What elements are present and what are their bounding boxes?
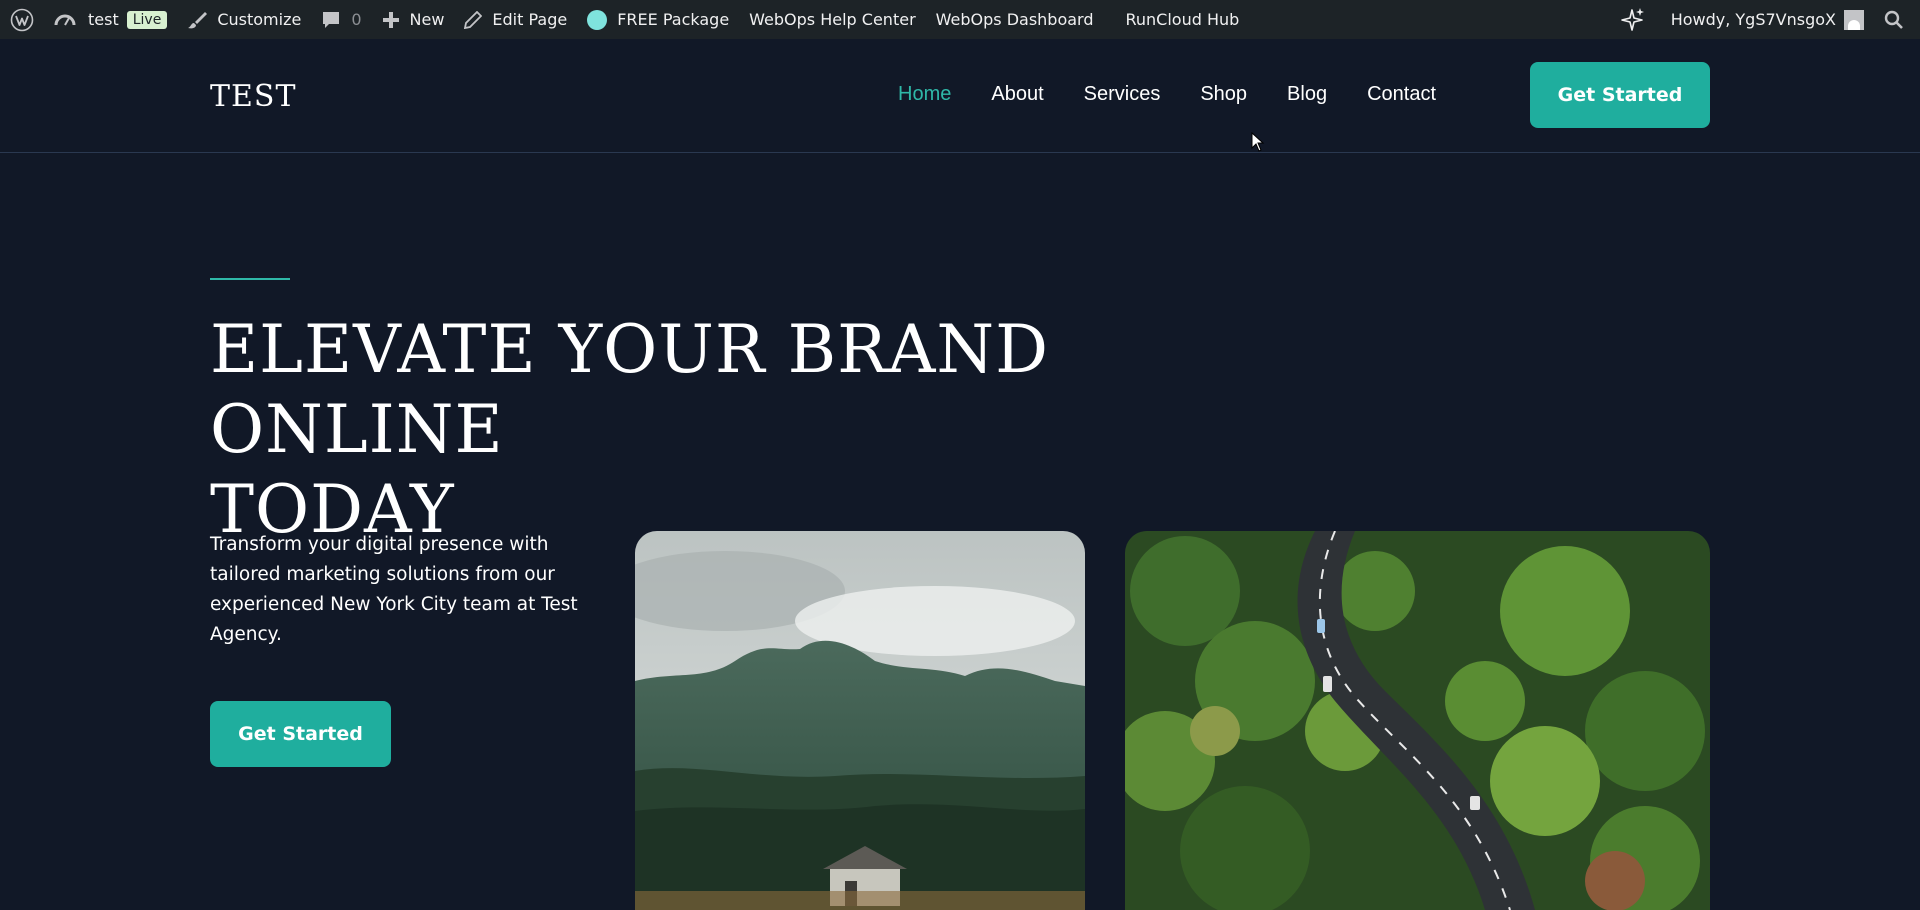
forest-road-aerial-image bbox=[1125, 531, 1710, 910]
mouse-cursor-icon bbox=[1251, 132, 1265, 152]
nav-item-services[interactable]: Services bbox=[1084, 83, 1161, 106]
site-name-menu[interactable]: test Live bbox=[44, 0, 177, 39]
sparkles-icon bbox=[1620, 7, 1644, 31]
dashboard-gauge-icon bbox=[54, 14, 76, 25]
site-name: test bbox=[88, 10, 119, 29]
runcloud-hub-link[interactable]: RunCloud Hub bbox=[1116, 0, 1250, 39]
howdy-label: Howdy, YgS7VnsgoX bbox=[1670, 10, 1836, 29]
hero-description: Transform your digital presence with tai… bbox=[210, 534, 578, 645]
site-header: TEST Home About Services Shop Blog Conta… bbox=[0, 39, 1920, 153]
help-center-link[interactable]: WebOps Help Center bbox=[739, 0, 925, 39]
live-badge: Live bbox=[126, 10, 168, 29]
ai-assistant-button[interactable] bbox=[1609, 0, 1661, 39]
nav-item-home[interactable]: Home bbox=[898, 83, 951, 106]
accent-divider bbox=[210, 278, 290, 280]
admin-search-button[interactable] bbox=[1874, 0, 1920, 39]
nav-item-about[interactable]: About bbox=[991, 83, 1043, 106]
new-label: New bbox=[409, 10, 445, 29]
nav-item-shop[interactable]: Shop bbox=[1200, 83, 1247, 106]
help-center-label: WebOps Help Center bbox=[749, 10, 916, 29]
hero-get-started-button[interactable]: Get Started bbox=[210, 701, 391, 767]
site-logo[interactable]: TEST bbox=[210, 79, 296, 114]
customize-link[interactable]: Customize bbox=[177, 0, 311, 39]
edit-page-link[interactable]: Edit Page bbox=[454, 0, 577, 39]
avatar bbox=[1844, 9, 1864, 30]
new-content-menu[interactable]: New bbox=[372, 0, 455, 39]
search-icon bbox=[1884, 10, 1903, 29]
webops-dashboard-link[interactable]: WebOps Dashboard bbox=[926, 0, 1104, 39]
main-nav: Home About Services Shop Blog Contact bbox=[898, 83, 1476, 106]
free-package-label: FREE Package bbox=[617, 10, 730, 29]
hero-title: ELEVATE YOUR BRAND ONLINE TODAY bbox=[210, 310, 1310, 550]
comment-bubble-icon bbox=[323, 11, 340, 28]
package-circle-icon bbox=[587, 9, 608, 30]
hero-title-line-1: ELEVATE YOUR BRAND ONLINE bbox=[210, 311, 1050, 468]
comments-count: 0 bbox=[351, 10, 362, 29]
customize-label: Customize bbox=[217, 10, 302, 29]
admin-bar: test Live Customize 0 New Edit Page FREE… bbox=[0, 0, 1920, 39]
wordpress-icon bbox=[10, 8, 34, 31]
nav-item-blog[interactable]: Blog bbox=[1287, 83, 1327, 106]
mountain-cabin-image bbox=[635, 531, 1085, 910]
webops-dashboard-label: WebOps Dashboard bbox=[935, 10, 1094, 29]
header-get-started-button[interactable]: Get Started bbox=[1530, 62, 1710, 128]
brush-icon bbox=[188, 11, 208, 28]
edit-page-label: Edit Page bbox=[492, 10, 568, 29]
comments-link[interactable]: 0 bbox=[311, 0, 371, 39]
wordpress-menu[interactable] bbox=[0, 0, 44, 39]
runcloud-hub-label: RunCloud Hub bbox=[1125, 10, 1240, 29]
pencil-icon bbox=[464, 10, 483, 29]
nav-item-contact[interactable]: Contact bbox=[1367, 83, 1436, 106]
my-account-menu[interactable]: Howdy, YgS7VnsgoX bbox=[1661, 0, 1874, 39]
free-package-link[interactable]: FREE Package bbox=[577, 0, 739, 39]
plus-icon bbox=[382, 11, 399, 28]
